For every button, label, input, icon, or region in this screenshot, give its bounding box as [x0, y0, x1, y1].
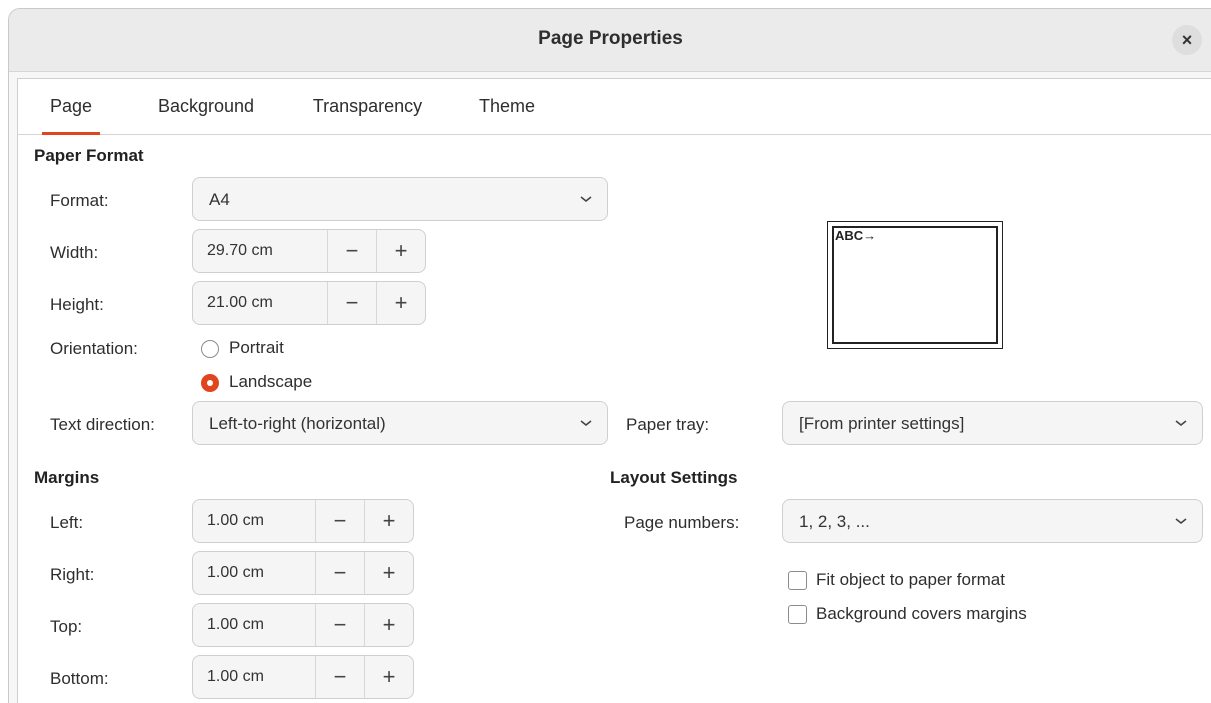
margin-bottom-stepper[interactable]: 1.00 cm − + — [192, 655, 414, 699]
margin-left-label: Left: — [50, 513, 84, 532]
margin-left-decrement-button[interactable]: − — [315, 500, 364, 542]
margin-top-label: Top: — [50, 617, 83, 636]
margin-bottom-value[interactable]: 1.00 cm — [207, 668, 264, 686]
width-label: Width: — [50, 243, 99, 262]
format-value: A4 — [209, 190, 230, 209]
height-value[interactable]: 21.00 cm — [207, 294, 273, 312]
margin-bottom-decrement-button[interactable]: − — [315, 656, 364, 698]
tab-page[interactable]: Page — [42, 79, 100, 135]
chevron-down-icon — [1175, 420, 1187, 427]
page-preview: ABC→ — [827, 221, 1003, 349]
tab-background[interactable]: Background — [146, 79, 266, 134]
chevron-down-icon — [580, 420, 592, 427]
height-stepper[interactable]: 21.00 cm − + — [192, 281, 426, 325]
page-preview-margin: ABC→ — [832, 226, 998, 344]
portrait-label[interactable]: Portrait — [229, 338, 284, 358]
paper-format-heading: Paper Format — [34, 146, 144, 165]
tab-bar: Page Background Transparency Theme — [18, 79, 1211, 135]
width-increment-button[interactable]: + — [376, 230, 425, 272]
margin-right-increment-button[interactable]: + — [364, 552, 413, 594]
page-numbers-value: 1, 2, 3, ... — [799, 512, 870, 531]
margin-bottom-label: Bottom: — [50, 669, 109, 688]
width-decrement-button[interactable]: − — [327, 230, 376, 272]
paper-tray-value: [From printer settings] — [799, 414, 965, 433]
text-direction-dropdown[interactable]: Left-to-right (horizontal) — [192, 401, 608, 445]
landscape-label[interactable]: Landscape — [229, 372, 312, 392]
margin-right-value[interactable]: 1.00 cm — [207, 564, 264, 582]
margin-top-decrement-button[interactable]: − — [315, 604, 364, 646]
chevron-down-icon — [580, 196, 592, 203]
page-properties-dialog: Page Properties × Page Background Transp… — [8, 8, 1211, 703]
fit-object-label[interactable]: Fit object to paper format — [816, 570, 1005, 590]
background-covers-margins-label[interactable]: Background covers margins — [816, 604, 1027, 624]
margins-heading: Margins — [34, 468, 100, 487]
paper-tray-dropdown[interactable]: [From printer settings] — [782, 401, 1203, 445]
margin-top-increment-button[interactable]: + — [364, 604, 413, 646]
chevron-down-icon — [1175, 518, 1187, 525]
page-numbers-label: Page numbers: — [624, 513, 740, 532]
text-direction-label: Text direction: — [50, 415, 155, 434]
margin-left-value[interactable]: 1.00 cm — [207, 512, 264, 530]
margin-top-value[interactable]: 1.00 cm — [207, 616, 264, 634]
margin-left-increment-button[interactable]: + — [364, 500, 413, 542]
tab-theme[interactable]: Theme — [472, 79, 542, 134]
page-numbers-dropdown[interactable]: 1, 2, 3, ... — [782, 499, 1203, 543]
fit-object-checkbox[interactable] — [788, 571, 807, 590]
width-value[interactable]: 29.70 cm — [207, 242, 273, 260]
margin-bottom-increment-button[interactable]: + — [364, 656, 413, 698]
format-label: Format: — [50, 191, 109, 210]
height-label: Height: — [50, 295, 104, 314]
margin-right-decrement-button[interactable]: − — [315, 552, 364, 594]
text-direction-value: Left-to-right (horizontal) — [209, 414, 386, 433]
background-covers-margins-checkbox[interactable] — [788, 605, 807, 624]
portrait-radio[interactable] — [201, 340, 219, 358]
margin-right-stepper[interactable]: 1.00 cm − + — [192, 551, 414, 595]
margin-top-stepper[interactable]: 1.00 cm − + — [192, 603, 414, 647]
close-icon[interactable]: × — [1172, 25, 1202, 55]
height-decrement-button[interactable]: − — [327, 282, 376, 324]
dialog-content: Page Background Transparency Theme Paper… — [17, 78, 1211, 703]
preview-text: ABC→ — [835, 228, 877, 243]
margin-left-stepper[interactable]: 1.00 cm − + — [192, 499, 414, 543]
margin-right-label: Right: — [50, 565, 95, 584]
landscape-radio[interactable] — [201, 374, 219, 392]
dialog-title: Page Properties — [538, 28, 683, 49]
tab-transparency[interactable]: Transparency — [300, 79, 435, 134]
orientation-label: Orientation: — [50, 339, 138, 358]
paper-tray-label: Paper tray: — [626, 415, 710, 434]
title-bar: Page Properties × — [9, 9, 1211, 72]
width-stepper[interactable]: 29.70 cm − + — [192, 229, 426, 273]
height-increment-button[interactable]: + — [376, 282, 425, 324]
format-dropdown[interactable]: A4 — [192, 177, 608, 221]
layout-settings-heading: Layout Settings — [610, 468, 738, 487]
